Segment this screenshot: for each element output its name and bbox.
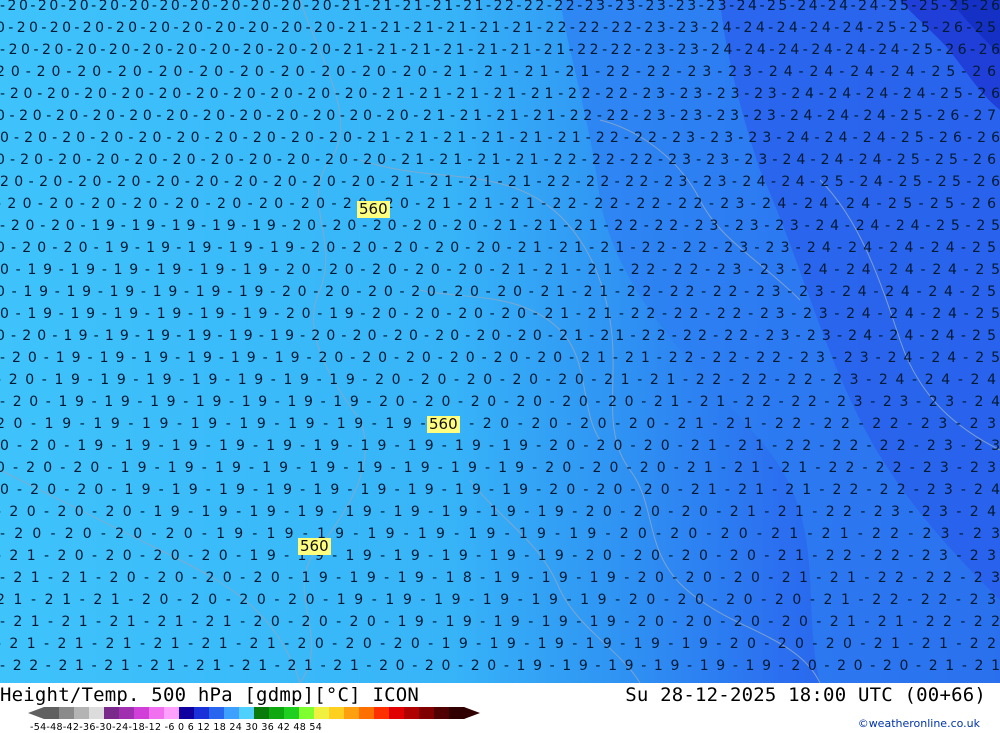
weather-map: -20-20-20-20-20-20-20-20-20-20-20-21-21-… <box>0 0 1000 683</box>
scale-swatch <box>104 707 120 719</box>
height-contour-label: 560 <box>427 415 460 433</box>
scale-swatch <box>149 707 165 719</box>
temperature-row: 20-20-20-20-20-20-20-20-20-20-21-21-21-2… <box>0 174 1000 190</box>
temperature-row: -20-19-19-19-19-19-19-20-20-20-20-20-20-… <box>0 350 1000 366</box>
scale-swatch <box>119 707 135 719</box>
scale-swatch <box>374 707 390 719</box>
scale-swatch <box>164 707 180 719</box>
scale-swatch <box>44 707 60 719</box>
scale-swatch <box>269 707 285 719</box>
scale-swatch <box>329 707 345 719</box>
scale-swatch <box>224 707 240 719</box>
temperature-row: 0-20-20-20-20-20-20-20-20-20-20-21-21-21… <box>0 20 996 36</box>
temperature-row: -20-20-20-20-20-20-20-20-20-20-21-21-21-… <box>0 86 1000 102</box>
scale-swatch <box>134 707 150 719</box>
scale-arrow-right <box>464 707 480 719</box>
scale-swatch <box>404 707 420 719</box>
scale-swatch <box>389 707 405 719</box>
scale-swatch <box>314 707 330 719</box>
scale-arrow-left <box>28 707 44 719</box>
scale-swatch <box>194 707 210 719</box>
temperature-row: 0-20-20-20-20-20-20-20-20-20-20-20-21-21… <box>0 108 996 124</box>
scale-swatch <box>284 707 300 719</box>
color-scale-ticks: -54-48-42-36-30-24-18-12 -6 0 6 12 18 24… <box>30 722 323 733</box>
scale-swatch <box>59 707 75 719</box>
scale-swatch <box>344 707 360 719</box>
scale-swatch <box>419 707 435 719</box>
height-contour-label: 560 <box>357 200 390 218</box>
scale-swatch <box>209 707 225 719</box>
scale-swatch <box>449 707 465 719</box>
scale-swatch <box>359 707 375 719</box>
scale-swatch <box>434 707 450 719</box>
scale-swatch <box>299 707 315 719</box>
color-scale-bar <box>28 707 480 719</box>
scale-swatch <box>89 707 105 719</box>
scale-swatch <box>254 707 270 719</box>
scale-swatch <box>74 707 90 719</box>
map-canvas: -20-20-20-20-20-20-20-20-20-20-20-21-21-… <box>0 0 1000 683</box>
map-valid-time: Su 28-12-2025 18:00 UTC (00+66) <box>625 684 986 706</box>
credit-link[interactable]: ©weatheronline.co.uk <box>858 717 980 730</box>
scale-swatch <box>179 707 195 719</box>
scale-swatch <box>239 707 255 719</box>
map-title: Height/Temp. 500 hPa [gdmp][°C] ICON <box>0 684 420 706</box>
height-contour-label: 560 <box>298 537 331 555</box>
